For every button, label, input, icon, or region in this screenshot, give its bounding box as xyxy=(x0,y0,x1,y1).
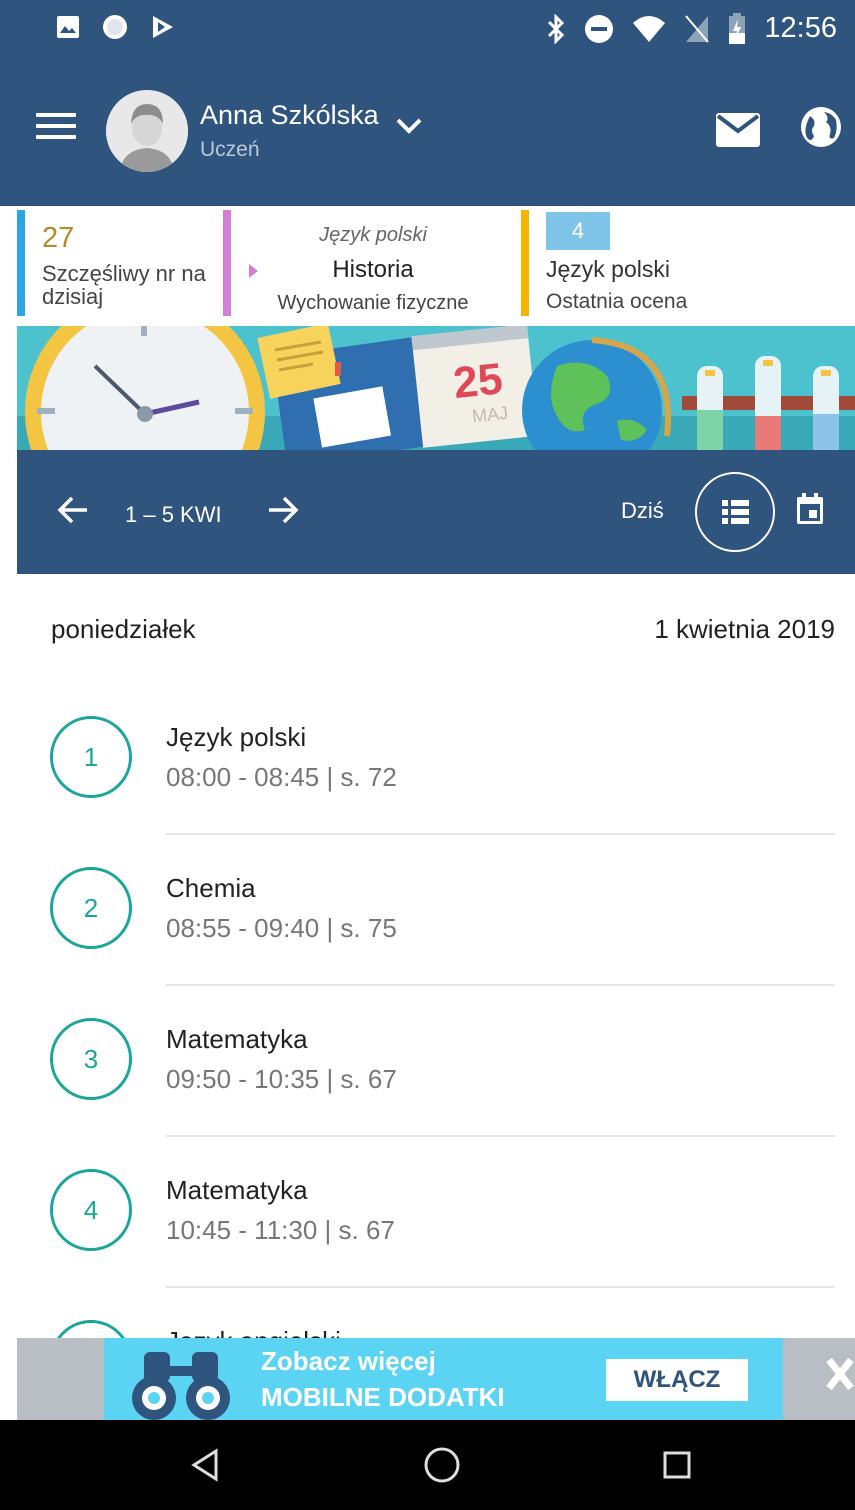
circle-icon xyxy=(103,15,127,39)
play-store-icon xyxy=(153,16,173,38)
calendar-icon[interactable] xyxy=(795,492,825,526)
lessons-list: 1 Język polski 08:00 - 08:45 | s. 72 2 C… xyxy=(17,684,855,1338)
no-sim-icon xyxy=(685,14,710,43)
grade-badge: 4 xyxy=(546,212,610,250)
lesson-item[interactable]: 2 Chemia 08:55 - 09:40 | s. 75 xyxy=(17,835,855,986)
list-icon xyxy=(722,500,749,524)
user-role: Uczeń xyxy=(200,138,260,161)
mail-icon[interactable] xyxy=(716,113,760,147)
grade-subject: Język polski xyxy=(546,256,670,282)
lesson-number: 3 xyxy=(50,1018,132,1100)
back-icon[interactable] xyxy=(190,1448,220,1482)
lesson-subject: Język angielski xyxy=(166,1326,341,1338)
lesson-item[interactable]: 1 Język polski 08:00 - 08:45 | s. 72 xyxy=(17,684,855,835)
lucky-number-label: Szczęśliwy nr na dzisiaj xyxy=(42,261,206,309)
info-strip: 27 Szczęśliwy nr na dzisiaj Język polski… xyxy=(17,210,855,318)
lesson-number: 4 xyxy=(50,1169,132,1251)
clock-illustration xyxy=(25,326,265,450)
next-subject: Wychowanie fizyczne xyxy=(277,292,469,314)
wifi-icon xyxy=(633,15,666,42)
image-icon xyxy=(57,16,79,38)
battery-charging-icon xyxy=(729,12,746,44)
lesson-item[interactable]: 3 Matematyka 09:50 - 10:35 | s. 67 xyxy=(17,986,855,1137)
user-name[interactable]: Anna Szkólska xyxy=(200,100,379,131)
lesson-time-room: 09:50 - 10:35 | s. 67 xyxy=(166,1064,397,1094)
today-button[interactable]: Dziś xyxy=(621,498,664,524)
home-icon[interactable] xyxy=(423,1446,461,1484)
ad-subtitle: MOBILNE DODATKI xyxy=(261,1382,505,1412)
lesson-time-room: 08:00 - 08:45 | s. 72 xyxy=(166,762,397,792)
lesson-number: 2 xyxy=(50,867,132,949)
recents-icon[interactable] xyxy=(662,1450,692,1480)
lesson-item[interactable]: 4 Matematyka 10:45 - 11:30 | s. 67 xyxy=(17,1137,855,1288)
calendar-day: 25 xyxy=(451,354,505,408)
calendar-illustration: 25 MAJ xyxy=(411,326,539,448)
week-navigation: 1 – 5 KWI Dziś xyxy=(17,450,855,574)
grade-label: Ostatnia ocena xyxy=(546,290,688,313)
lesson-item[interactable]: 5 Język angielski xyxy=(17,1288,855,1338)
ad-title: Zobacz więcej xyxy=(261,1346,436,1376)
menu-icon[interactable] xyxy=(36,113,76,143)
arrow-left-icon[interactable] xyxy=(57,495,89,525)
lesson-number: 5 xyxy=(50,1320,132,1338)
arrow-right-icon[interactable] xyxy=(267,495,299,525)
lesson-time-room: 08:55 - 09:40 | s. 75 xyxy=(166,913,397,943)
school-banner: 25 MAJ xyxy=(17,326,855,450)
system-nav-bar xyxy=(0,1420,855,1510)
current-lesson-card[interactable]: Język polski Historia Wychowanie fizyczn… xyxy=(223,210,515,316)
binoculars-icon xyxy=(132,1352,230,1420)
day-date: 1 kwietnia 2019 xyxy=(654,614,835,644)
ad-content[interactable]: Zobacz więcej MOBILNE DODATKI WŁĄCZ xyxy=(104,1338,783,1420)
lucky-number-card[interactable]: 27 Szczęśliwy nr na dzisiaj xyxy=(17,210,217,316)
lesson-subject: Matematyka xyxy=(166,1175,308,1205)
ad-banner[interactable]: Zobacz więcej MOBILNE DODATKI WŁĄCZ xyxy=(17,1338,855,1420)
dnd-icon xyxy=(585,14,614,43)
bluetooth-icon xyxy=(548,13,565,44)
day-name: poniedziałek xyxy=(51,614,196,644)
avatar[interactable] xyxy=(106,90,188,172)
status-time: 12:56 xyxy=(764,12,837,44)
lesson-time-room: 10:45 - 11:30 | s. 67 xyxy=(166,1215,395,1245)
lesson-number: 1 xyxy=(50,716,132,798)
close-icon[interactable] xyxy=(825,1356,855,1392)
status-bar: 12:56 xyxy=(0,0,855,58)
lesson-subject: Chemia xyxy=(166,873,256,903)
app-bar: Anna Szkólska Uczeń xyxy=(0,58,855,206)
day-header: poniedziałek 1 kwietnia 2019 xyxy=(17,574,855,684)
list-view-button[interactable] xyxy=(695,472,775,552)
enable-button[interactable]: WŁĄCZ xyxy=(606,1359,748,1401)
globe-icon[interactable] xyxy=(800,106,842,148)
calendar-month: MAJ xyxy=(471,403,509,427)
chevron-down-icon[interactable] xyxy=(395,116,423,136)
previous-subject: Język polski xyxy=(319,224,427,246)
lucky-number: 27 xyxy=(42,222,75,254)
last-grade-card[interactable]: 4 Język polski Ostatnia ocena xyxy=(521,210,855,316)
week-range: 1 – 5 KWI xyxy=(125,502,222,527)
app-screen: 12:56 Anna Szkólska Uczeń 27 Szczęśliwy … xyxy=(0,0,855,1510)
lesson-subject: Język polski xyxy=(166,722,307,752)
lesson-subject: Matematyka xyxy=(166,1024,308,1054)
current-subject: Historia xyxy=(332,256,414,283)
